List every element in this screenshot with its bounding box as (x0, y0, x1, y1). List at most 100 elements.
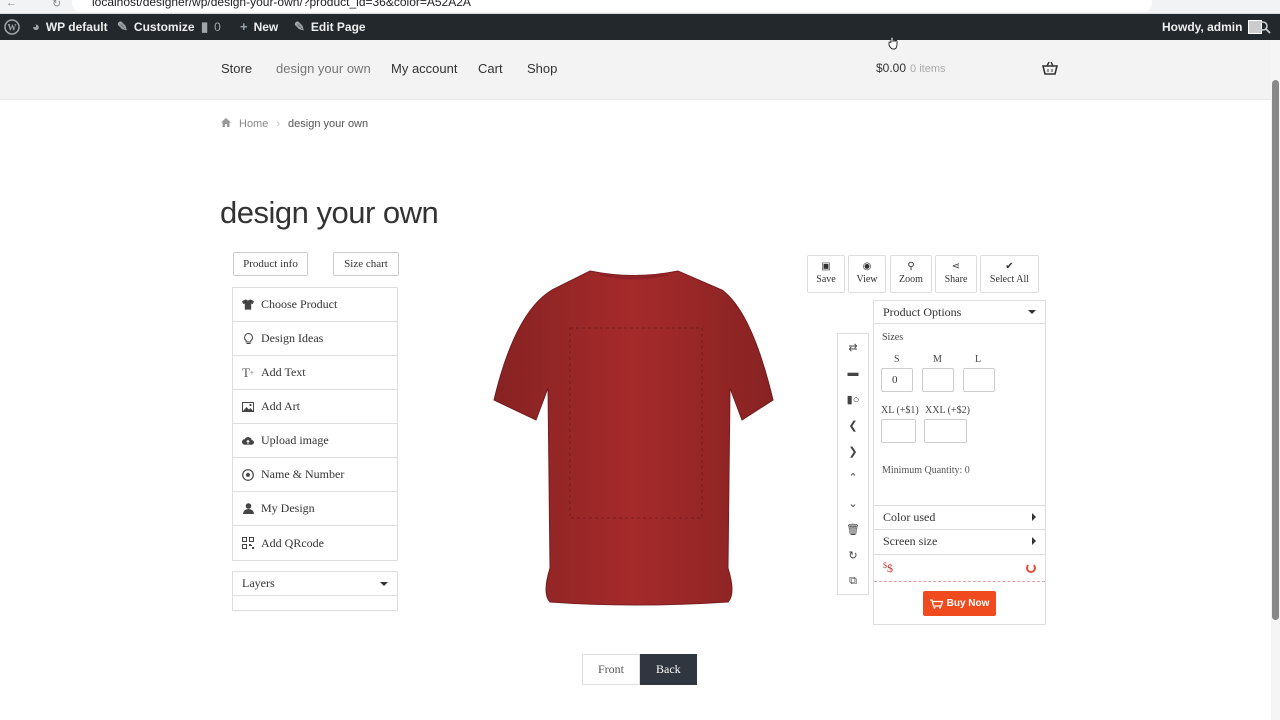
search-icon[interactable] (1258, 14, 1271, 40)
site-name-label: WP default (45, 20, 108, 34)
cart-summary[interactable]: $0.00 0 items (876, 61, 946, 75)
basket-icon[interactable] (1041, 60, 1059, 76)
select-all-label: Select All (989, 274, 1030, 285)
comments-count: 0 (214, 20, 221, 34)
duplicate-icon[interactable]: ⧉ (838, 568, 868, 594)
brush-icon: ✎ (117, 19, 128, 34)
object-tools: ⇄ ▬ ▮○ ❮ ❯ ⌃ ⌄ 🗑 ↻ ⧉ (837, 333, 869, 595)
breadcrumb-home[interactable]: Home (239, 118, 268, 130)
pencil-icon: ✎ (294, 19, 305, 34)
dashboard-icon: ◕ (32, 19, 40, 34)
edit-page-label: Edit Page (310, 20, 366, 34)
size-xxl-input[interactable] (924, 419, 967, 443)
menu-add-art[interactable]: Add Art (233, 390, 397, 424)
view-button[interactable]: ◉ View (848, 255, 886, 293)
nav-my-account[interactable]: My account (391, 61, 457, 76)
trash-icon[interactable]: 🗑 (838, 516, 868, 542)
size-s-label: S (894, 354, 900, 365)
wp-logo-icon[interactable]: W (4, 14, 20, 40)
size-m-input[interactable] (922, 368, 954, 392)
stamp-icon[interactable]: ▬ (838, 360, 868, 386)
plus-icon: + (240, 19, 248, 34)
buy-now-button[interactable]: Buy Now (923, 591, 996, 616)
address-bar[interactable]: localhost/designer/wp/design-your-own/?p… (72, 0, 1152, 12)
menu-my-design[interactable]: My Design (233, 492, 397, 526)
chevron-right-icon[interactable]: ❯ (838, 438, 868, 464)
nav-design-your-own[interactable]: design your own (276, 61, 371, 76)
screen-size-label: Screen size (883, 533, 938, 548)
color-used-toggle[interactable]: Color used (874, 505, 1045, 528)
wp-admin-bar: W ◕ WP default ✎ Customize ▮ 0 + New ✎ E… (0, 14, 1280, 40)
size-chart-button[interactable]: Size chart (333, 252, 399, 276)
breadcrumb-current: design your own (288, 118, 369, 130)
reload-icon[interactable]: ↻ (52, 0, 61, 10)
size-l-input[interactable] (963, 368, 995, 392)
product-options-toggle[interactable]: Product Options (874, 301, 1045, 324)
size-xxl-label: XXL (+$2) (925, 405, 970, 416)
menu-label: My Design (261, 501, 315, 515)
menu-label: Name & Number (261, 467, 345, 481)
screen-size-toggle[interactable]: Screen size (874, 529, 1045, 552)
save-label: Save (816, 274, 836, 285)
back-icon[interactable]: ← (6, 0, 17, 9)
layers-panel: Layers (232, 571, 398, 611)
refresh-icon[interactable]: ↻ (838, 542, 868, 568)
share-button[interactable]: ⋖ Share (935, 255, 977, 293)
caret-right-icon (1032, 537, 1036, 545)
size-l-label: L (975, 354, 982, 365)
edit-page-link[interactable]: ✎ Edit Page (294, 14, 366, 40)
menu-name-number[interactable]: Name & Number (233, 458, 397, 492)
size-m-label: M (933, 354, 942, 365)
breadcrumb-separator: › (276, 118, 281, 130)
size-xl-input[interactable] (881, 419, 916, 443)
page-scrollbar[interactable] (1271, 40, 1280, 720)
customize-label: Customize (133, 20, 195, 34)
nav-shop[interactable]: Shop (527, 61, 557, 76)
customize-link[interactable]: ✎ Customize (117, 14, 195, 40)
save-button[interactable]: ▣ Save (807, 255, 845, 293)
product-info-button[interactable]: Product info (233, 252, 308, 276)
layers-label: Layers (242, 576, 275, 590)
menu-add-qrcode[interactable]: Add QRcode (233, 526, 397, 560)
caret-right-icon (1032, 513, 1036, 521)
cart-icon (929, 598, 943, 609)
new-content-link[interactable]: + New (240, 14, 278, 40)
menu-choose-product[interactable]: Choose Product (233, 288, 397, 322)
site-name-link[interactable]: ◕ WP default (32, 14, 108, 40)
chevron-left-icon[interactable]: ❮ (838, 412, 868, 438)
swap-icon[interactable]: ⇄ (838, 334, 868, 360)
menu-upload-image[interactable]: Upload image (233, 424, 397, 458)
nav-store[interactable]: Store (221, 61, 252, 76)
menu-design-ideas[interactable]: Design Ideas (233, 322, 397, 356)
size-s-input[interactable]: 0 (881, 368, 913, 392)
home-icon (221, 118, 231, 130)
upload-cloud-icon (242, 435, 254, 447)
tshirt-icon (242, 299, 254, 311)
select-all-button[interactable]: ✔ Select All (980, 255, 1039, 293)
menu-label: Upload image (261, 433, 329, 447)
menu-label: Add Text (261, 365, 306, 379)
breadcrumb: Home › design your own (221, 118, 368, 130)
site-header: Store design your own My account Cart Sh… (0, 40, 1280, 100)
browser-chrome: ← ↻ localhost/designer/wp/design-your-ow… (0, 0, 1280, 14)
scrollbar-thumb[interactable] (1272, 80, 1279, 620)
color-used-label: Color used (883, 509, 936, 524)
account-menu[interactable]: Howdy, admin (1162, 14, 1263, 40)
sizes-label: Sizes (882, 332, 904, 343)
loading-spinner-icon (1026, 563, 1036, 573)
zoom-button[interactable]: ⚲ Zoom (890, 255, 932, 293)
chevron-up-icon[interactable]: ⌃ (838, 464, 868, 490)
comments-link[interactable]: ▮ 0 (201, 14, 221, 40)
check-icon: ✔ (1005, 261, 1014, 272)
comment-icon: ▮ (201, 19, 209, 34)
price-row: $$ (874, 554, 1045, 582)
menu-add-text[interactable]: T + Add Text (233, 356, 397, 390)
nav-cart[interactable]: Cart (478, 61, 503, 76)
front-view-button[interactable]: Front (582, 654, 641, 685)
align-icon[interactable]: ▮○ (838, 386, 868, 412)
tshirt-canvas[interactable] (490, 268, 778, 608)
menu-label: Add QRcode (261, 535, 324, 550)
back-view-button[interactable]: Back (640, 654, 697, 685)
layers-toggle[interactable]: Layers (233, 572, 397, 596)
chevron-down-icon[interactable]: ⌄ (838, 490, 868, 516)
